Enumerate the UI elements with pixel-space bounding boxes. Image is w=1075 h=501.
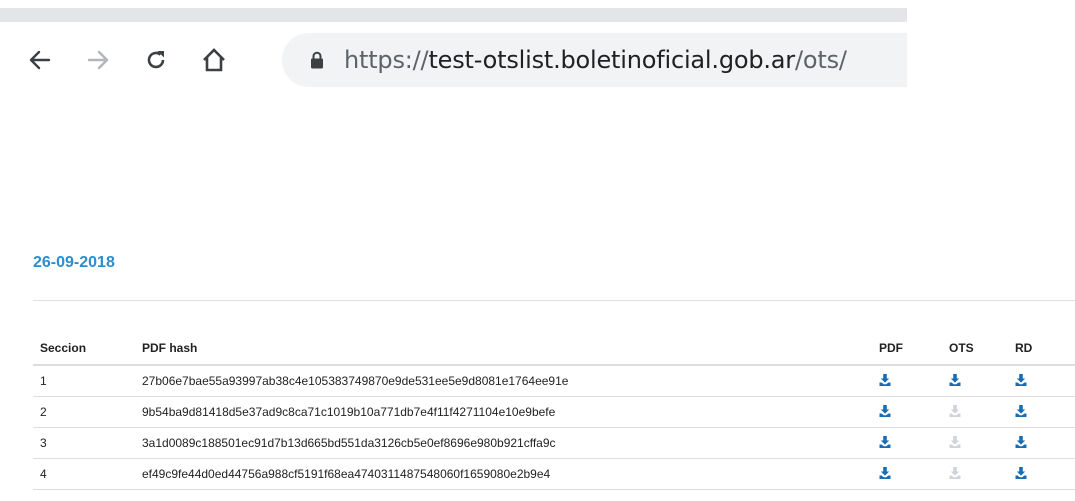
- cell-pdf: [872, 365, 942, 397]
- download-icon: [879, 466, 891, 479]
- rd-download-button[interactable]: [1015, 435, 1027, 448]
- download-icon: [1015, 435, 1027, 448]
- cell-seccion: 4: [33, 458, 135, 490]
- ots-download-button: [949, 466, 961, 479]
- home-button[interactable]: [196, 42, 232, 78]
- header-pdf-hash: PDF hash: [135, 331, 872, 366]
- ots-download-button: [949, 435, 961, 448]
- divider: [33, 300, 1075, 301]
- forward-button[interactable]: [80, 42, 116, 78]
- forward-arrow-icon: [87, 50, 109, 70]
- home-icon: [203, 48, 225, 72]
- table-row: 4 ef49c9fe44d0ed44756a988cf5191f68ea47403…: [33, 458, 1075, 490]
- header-ots: OTS: [942, 331, 1008, 366]
- back-button[interactable]: [22, 42, 58, 78]
- header-rd: RD: [1008, 331, 1075, 366]
- cell-ots: [942, 427, 1008, 459]
- cell-seccion: 2: [33, 396, 135, 428]
- ots-download-button[interactable]: [949, 373, 961, 386]
- url-scheme: https://: [344, 46, 429, 74]
- cell-rd: [1008, 365, 1075, 397]
- cell-seccion: 3: [33, 427, 135, 459]
- date-heading: 26-09-2018: [33, 254, 115, 271]
- cell-pdf: [872, 396, 942, 428]
- cell-hash: 9b54ba9d81418d5e37ad9c8ca71c1019b10a771d…: [135, 396, 872, 428]
- pdf-download-button[interactable]: [879, 435, 891, 448]
- cell-pdf: [872, 458, 942, 490]
- reload-button[interactable]: [138, 42, 174, 78]
- table-row: 2 9b54ba9d81418d5e37ad9c8ca71c1019b10a771…: [33, 396, 1075, 428]
- cell-ots: [942, 458, 1008, 490]
- ots-table: Seccion PDF hash PDF OTS RD 1 27b06e7bae5…: [33, 331, 1075, 490]
- table-row: 3 3a1d0089c188501ec91d7b13d665bd551da3126…: [33, 427, 1075, 459]
- url-text[interactable]: https://test-otslist.boletinoficial.gob.…: [344, 46, 847, 74]
- ots-download-button: [949, 404, 961, 417]
- cell-pdf: [872, 427, 942, 459]
- download-icon: [879, 373, 891, 386]
- header-pdf: PDF: [872, 331, 942, 366]
- download-icon: [879, 435, 891, 448]
- pdf-download-button[interactable]: [879, 466, 891, 479]
- pdf-download-button[interactable]: [879, 373, 891, 386]
- url-path: /ots/: [794, 46, 847, 74]
- header-seccion: Seccion: [33, 331, 135, 366]
- rd-download-button[interactable]: [1015, 404, 1027, 417]
- table-row: 1 27b06e7bae55a93997ab38c4e105383749870e9…: [33, 365, 1075, 397]
- lock-icon[interactable]: [310, 49, 326, 71]
- address-bar[interactable]: https://test-otslist.boletinoficial.gob.…: [282, 33, 907, 87]
- cell-rd: [1008, 396, 1075, 428]
- tab-strip: [0, 8, 907, 22]
- download-icon: [949, 373, 961, 386]
- rd-download-button[interactable]: [1015, 466, 1027, 479]
- download-icon: [1015, 373, 1027, 386]
- cell-ots: [942, 365, 1008, 397]
- back-arrow-icon: [29, 50, 51, 70]
- pdf-download-button[interactable]: [879, 404, 891, 417]
- cell-rd: [1008, 458, 1075, 490]
- download-icon: [949, 466, 961, 479]
- download-icon: [949, 435, 961, 448]
- rd-download-button[interactable]: [1015, 373, 1027, 386]
- cell-hash: 3a1d0089c188501ec91d7b13d665bd551da3126c…: [135, 427, 872, 459]
- download-icon: [879, 404, 891, 417]
- download-icon: [1015, 466, 1027, 479]
- download-icon: [1015, 404, 1027, 417]
- url-host: test-otslist.boletinoficial.gob.ar: [428, 46, 795, 74]
- reload-icon: [147, 51, 165, 69]
- cell-ots: [942, 396, 1008, 428]
- cell-rd: [1008, 427, 1075, 459]
- table-header-row: Seccion PDF hash PDF OTS RD: [33, 331, 1075, 366]
- cell-hash: 27b06e7bae55a93997ab38c4e105383749870e9d…: [135, 365, 872, 397]
- browser-toolbar: https://test-otslist.boletinoficial.gob.…: [0, 0, 907, 110]
- download-icon: [949, 404, 961, 417]
- cell-hash: ef49c9fe44d0ed44756a988cf5191f68ea474031…: [135, 458, 872, 490]
- cell-seccion: 1: [33, 365, 135, 397]
